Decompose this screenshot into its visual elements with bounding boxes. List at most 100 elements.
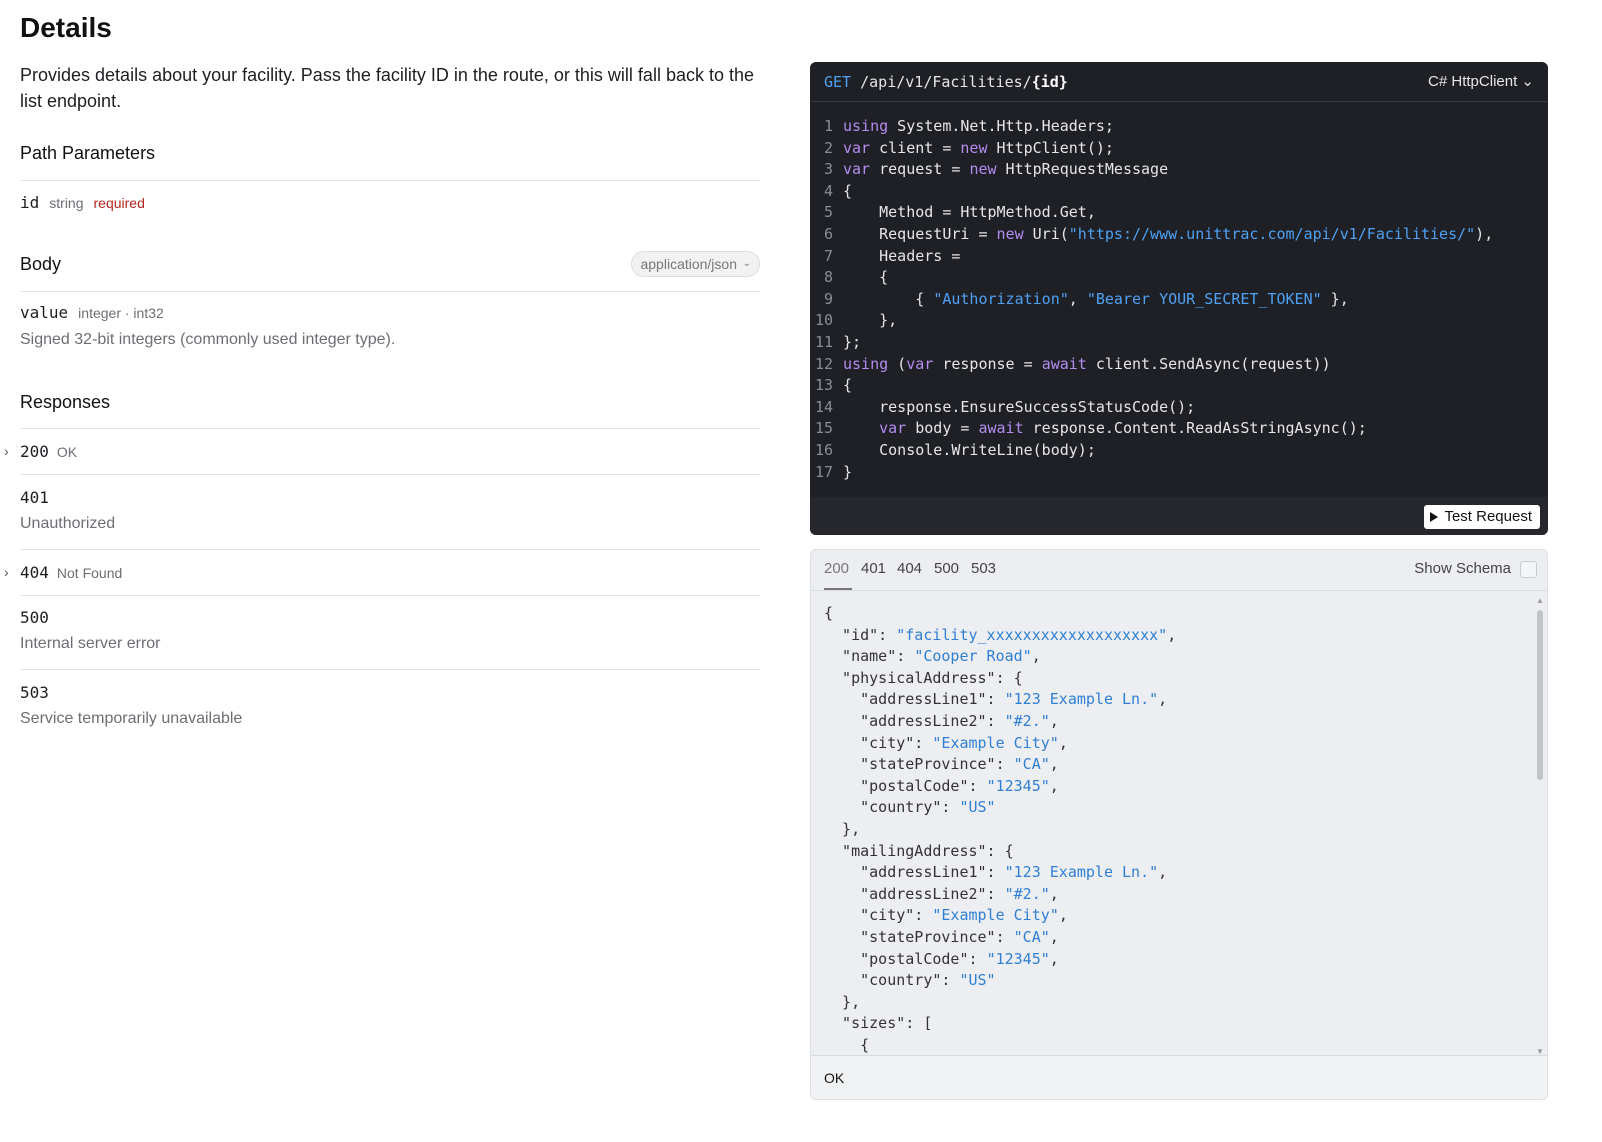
code-line: 11}; [810, 332, 1548, 354]
response-401: 401 Unauthorized [20, 488, 760, 533]
response-label: OK [56, 444, 78, 460]
json-token: "country": [824, 971, 960, 990]
response-label: Not Found [56, 565, 123, 581]
json-token: "stateProvince": [824, 927, 1014, 946]
code-token: body = [906, 419, 979, 438]
code-token: RequestUri = [843, 224, 997, 243]
json-token: "stateProvince": [824, 755, 1014, 774]
code-token: await [1041, 354, 1087, 373]
endpoint-path: GET /api/v1/Facilities/{id} [824, 73, 1068, 91]
language-value: C# HttpClient [1428, 73, 1518, 90]
tab-401[interactable]: 401 [861, 560, 886, 577]
response-description: Unauthorized [20, 515, 116, 532]
response-footer: OK [811, 1055, 1547, 1099]
code-token: using [843, 117, 889, 135]
code-token: "https://www.unittrac.com/api/v1/Facilit… [1068, 224, 1476, 243]
json-token: "12345" [986, 776, 1050, 795]
line-number: 8 [823, 268, 833, 287]
json-token: "123 Example Ln." [1004, 690, 1159, 709]
json-line: "addressLine1": "123 Example Ln.", [824, 862, 1524, 884]
chevron-down-icon: ⌄ [742, 258, 751, 269]
body-heading: Body [20, 254, 62, 274]
json-line: "mailingAddress": { [824, 841, 1524, 863]
response-code: 404 [20, 563, 49, 582]
tab-503[interactable]: 503 [971, 560, 996, 577]
json-token: "facility_xxxxxxxxxxxxxxxxxxx" [896, 625, 1168, 644]
divider [20, 549, 760, 550]
line-number: 4 [823, 181, 833, 200]
divider [20, 180, 760, 181]
param-id-row: id string required [20, 193, 145, 212]
line-number: 10 [814, 311, 833, 330]
chevron-right-icon[interactable]: › [4, 443, 9, 459]
json-line: "addressLine2": "#2.", [824, 884, 1524, 906]
code-line: 9 { "Authorization", "Bearer YOUR_SECRET… [810, 289, 1548, 311]
response-code: 500 [20, 608, 49, 627]
scrollbar[interactable]: ▲ ▼ [1535, 596, 1545, 1056]
code-line: 8 { [810, 267, 1548, 289]
tab-404[interactable]: 404 [897, 560, 922, 577]
page-title: Details [20, 12, 112, 43]
code-line: 7 Headers = [810, 246, 1548, 268]
code-line: 16 Console.WriteLine(body); [810, 440, 1548, 462]
json-token: , [1158, 863, 1168, 882]
code-token: var [906, 354, 934, 373]
content-type-value: application/json [640, 256, 737, 272]
line-number: 16 [814, 440, 833, 459]
json-line: "postalCode": "12345", [824, 949, 1524, 971]
json-token: "addressLine1": [824, 863, 1005, 882]
json-line: "stateProvince": "CA", [824, 754, 1524, 776]
line-number: 1 [823, 117, 833, 135]
tab-500[interactable]: 500 [934, 560, 959, 577]
code-token: response = [933, 354, 1042, 373]
language-select[interactable]: C# HttpClient ⌄ [1428, 72, 1534, 90]
line-number: 5 [823, 203, 833, 222]
json-line: { [824, 603, 1524, 625]
response-status-text: OK [824, 1070, 845, 1086]
active-tab-indicator [824, 588, 852, 590]
json-token: "physicalAddress": { [824, 668, 1023, 687]
line-number: 6 [823, 224, 833, 243]
body-field-row: value integer · int32 [20, 303, 164, 322]
response-code: 401 [20, 488, 49, 507]
json-token: "123 Example Ln." [1004, 863, 1159, 882]
code-token: request = [870, 160, 970, 179]
code-token: }, [1321, 289, 1349, 308]
json-token: "Cooper Road" [914, 647, 1032, 666]
code-token: var [843, 138, 871, 157]
line-number: 12 [814, 354, 833, 373]
content-type-select[interactable]: application/json ⌄ [631, 251, 760, 277]
code-line: 14 response.EnsureSuccessStatusCode(); [810, 397, 1548, 419]
code-token: client.SendAsync(request)) [1086, 354, 1331, 373]
json-token: "name": [824, 647, 915, 666]
json-line: { [824, 1035, 1524, 1053]
response-404[interactable]: › 404 Not Found [4, 563, 760, 582]
json-token: , [1158, 690, 1168, 709]
json-line: "id": "facility_xxxxxxxxxxxxxxxxxxx", [824, 625, 1524, 647]
response-description: Service temporarily unavailable [20, 710, 243, 727]
json-token: "id": [824, 625, 897, 644]
show-schema-checkbox[interactable] [1520, 561, 1537, 578]
code-token: { [843, 289, 934, 308]
divider [20, 291, 760, 292]
json-token: , [1058, 733, 1068, 752]
json-token: , [1031, 647, 1041, 666]
test-request-button[interactable]: Test Request [1424, 505, 1540, 529]
json-line: "name": "Cooper Road", [824, 646, 1524, 668]
scroll-thumb[interactable] [1537, 610, 1543, 780]
json-token: }, [824, 819, 861, 838]
response-200[interactable]: › 200 OK [4, 442, 760, 461]
code-token: }, [843, 311, 898, 330]
json-token: "postalCode": [824, 949, 987, 968]
code-token: client = [870, 138, 961, 157]
code-block[interactable]: 1 using System.Net.Http.Headers; 2 var clie… [810, 116, 1548, 483]
line-number: 11 [814, 332, 833, 351]
tab-200[interactable]: 200 [824, 560, 849, 577]
http-method: GET [824, 73, 852, 91]
chevron-right-icon[interactable]: › [4, 564, 9, 580]
json-token: "CA" [1013, 927, 1050, 946]
code-token: response.Content.ReadAsStringAsync(); [1023, 419, 1367, 438]
code-token: "Authorization" [933, 289, 1069, 308]
response-code: 503 [20, 683, 49, 702]
scroll-up-icon[interactable]: ▲ [1536, 596, 1544, 605]
